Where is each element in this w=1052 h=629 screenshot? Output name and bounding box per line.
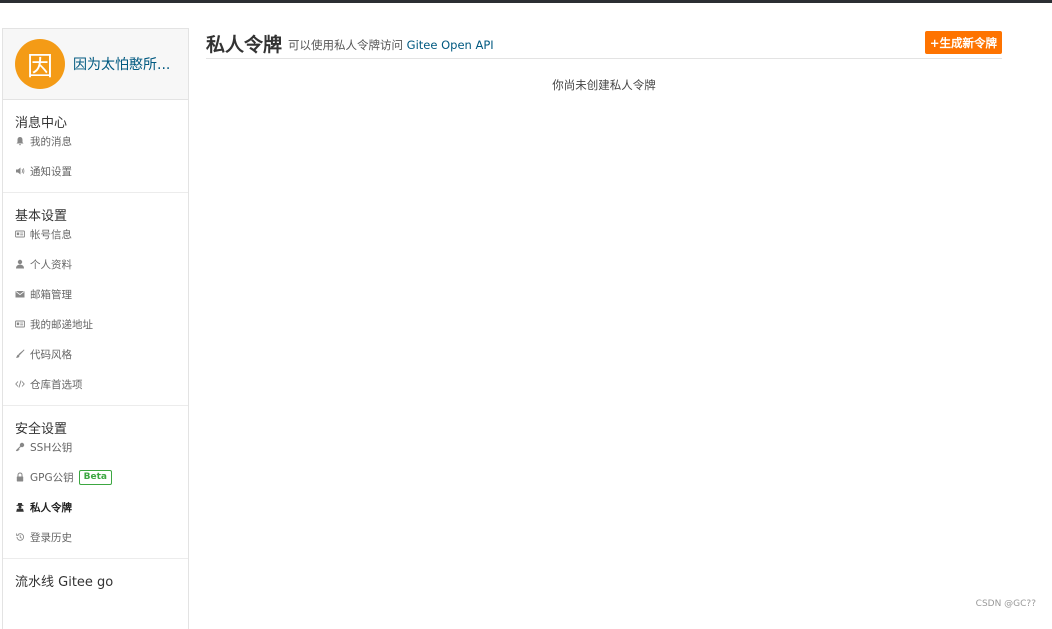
sidebar-item-notification-settings[interactable]: 通知设置 (3, 156, 188, 186)
history-icon (15, 532, 25, 542)
bell-icon (15, 136, 25, 146)
sidebar-item-label: 我的消息 (30, 135, 72, 148)
brush-icon (15, 349, 25, 359)
sidebar-item-label: 代码风格 (30, 348, 72, 361)
section-title: 流水线 Gitee go (15, 575, 114, 590)
sidebar-item-label: 登录历史 (30, 531, 72, 544)
speaker-icon (15, 166, 25, 176)
sidebar-item-label: 仓库首选项 (30, 378, 83, 391)
section-basic-settings: 基本设置 帐号信息 个人资料 邮箱管理 我的邮递地址 代码风格 仓库首选项 (3, 193, 188, 406)
sidebar-item-label: 我的邮递地址 (30, 318, 93, 331)
top-bar (0, 0, 1052, 3)
sidebar-item-gpg-keys[interactable]: GPG公钥 Beta (3, 462, 188, 492)
sidebar-item-personal-tokens[interactable]: 私人令牌 (3, 492, 188, 522)
sidebar-item-repo-preferences[interactable]: 仓库首选项 (3, 369, 188, 399)
beta-badge: Beta (78, 469, 112, 485)
section-title: 基本设置 (15, 209, 68, 224)
sidebar-item-label: 通知设置 (30, 165, 72, 178)
sidebar-item-label: 帐号信息 (30, 228, 72, 241)
empty-state-text: 你尚未创建私人令牌 (552, 78, 656, 92)
watermark: CSDN @GC?? (975, 599, 1036, 609)
user-icon (15, 259, 25, 269)
envelope-icon (15, 289, 25, 299)
id-card-icon (15, 229, 25, 239)
sidebar-item-label: 个人资料 (30, 258, 72, 271)
section-pipeline: 流水线 Gitee go (3, 559, 188, 591)
description-text: 可以使用私人令牌访问 (288, 37, 404, 52)
sidebar-item-mailing-address[interactable]: 我的邮递地址 (3, 309, 188, 339)
address-card-icon (15, 319, 25, 329)
page-title: 私人令牌 (206, 33, 283, 56)
page-description: 可以使用私人令牌访问 Gitee Open API (288, 37, 494, 53)
lock-icon (15, 472, 25, 482)
sidebar-item-label: 邮箱管理 (30, 288, 72, 301)
sidebar-item-label: 私人令牌 (30, 501, 72, 514)
username-link[interactable]: 因为太怕憨所... (73, 54, 173, 74)
generate-token-button[interactable]: +生成新令牌 (924, 31, 1002, 54)
sidebar-item-email-management[interactable]: 邮箱管理 (3, 279, 188, 309)
section-message-center: 消息中心 我的消息 通知设置 (3, 100, 188, 193)
main-content: 私人令牌 可以使用私人令牌访问 Gitee Open API +生成新令牌 你尚… (206, 28, 1002, 93)
gitee-open-api-link[interactable]: Gitee Open API (407, 38, 494, 52)
profile-header: 因 因为太怕憨所... (3, 29, 188, 100)
settings-sidebar: 因 因为太怕憨所... 消息中心 我的消息 通知设置 基本设置 帐号信息 个人资… (2, 28, 189, 629)
key-icon (15, 442, 25, 452)
section-security-settings: 安全设置 SSH公钥 GPG公钥 Beta 私人令牌 登录历史 (3, 406, 188, 559)
avatar[interactable]: 因 (15, 39, 65, 89)
sidebar-item-label: GPG公钥 (30, 471, 74, 484)
section-title: 安全设置 (15, 422, 68, 437)
user-secret-icon (15, 502, 25, 512)
sidebar-item-profile[interactable]: 个人资料 (3, 249, 188, 279)
sidebar-item-label: SSH公钥 (30, 441, 73, 454)
code-icon (15, 379, 25, 389)
sidebar-item-login-history[interactable]: 登录历史 (3, 522, 188, 552)
page-header: 私人令牌 可以使用私人令牌访问 Gitee Open API +生成新令牌 (206, 28, 1002, 59)
sidebar-item-code-style[interactable]: 代码风格 (3, 339, 188, 369)
section-title: 消息中心 (15, 116, 68, 131)
